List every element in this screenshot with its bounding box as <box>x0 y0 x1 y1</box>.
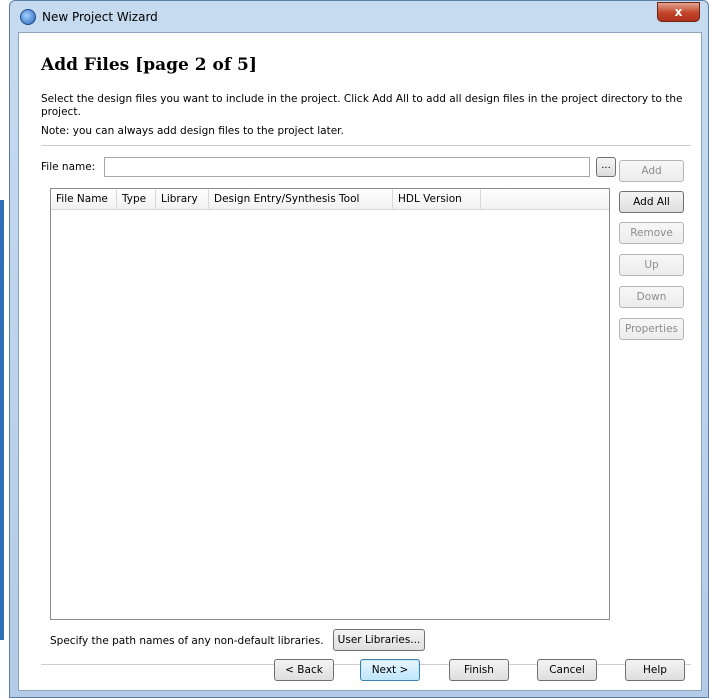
page-description: Select the design files you want to incl… <box>41 93 683 118</box>
column-header-filler <box>481 189 609 209</box>
close-button[interactable]: x <box>657 2 700 22</box>
wizard-content: Add Files [page 2 of 5] Select the desig… <box>18 32 702 691</box>
remove-button[interactable]: Remove <box>619 222 684 244</box>
file-name-label: File name: <box>41 161 96 173</box>
user-libraries-button[interactable]: User Libraries... <box>333 629 425 651</box>
column-header-design-entry-tool[interactable]: Design Entry/Synthesis Tool <box>209 189 393 209</box>
column-header-type[interactable]: Type <box>117 189 156 209</box>
down-button[interactable]: Down <box>619 286 684 308</box>
up-button[interactable]: Up <box>619 254 684 276</box>
top-divider <box>41 145 691 146</box>
libraries-hint: Specify the path names of any non-defaul… <box>50 635 324 647</box>
help-button[interactable]: Help <box>625 659 685 681</box>
add-button[interactable]: Add <box>619 160 684 182</box>
desktop-accent <box>0 200 4 640</box>
file-name-input[interactable] <box>104 157 590 177</box>
back-button[interactable]: < Back <box>274 659 334 681</box>
properties-button[interactable]: Properties <box>619 318 684 340</box>
column-header-library[interactable]: Library <box>156 189 209 209</box>
file-table[interactable]: File Name Type Library Design Entry/Synt… <box>50 188 610 620</box>
wizard-window: New Project Wizard x Add Files [page 2 o… <box>9 0 709 698</box>
app-globe-icon <box>20 9 36 25</box>
browse-button[interactable]: ... <box>596 157 616 177</box>
column-header-file-name[interactable]: File Name <box>51 189 117 209</box>
finish-button[interactable]: Finish <box>449 659 509 681</box>
add-all-button[interactable]: Add All <box>619 191 684 213</box>
page-title: Add Files [page 2 of 5] <box>41 55 257 75</box>
cancel-button[interactable]: Cancel <box>537 659 597 681</box>
window-title: New Project Wizard <box>42 10 158 24</box>
table-header: File Name Type Library Design Entry/Synt… <box>51 189 609 210</box>
column-header-hdl-version[interactable]: HDL Version <box>393 189 481 209</box>
next-button[interactable]: Next > <box>360 659 420 681</box>
title-bar[interactable]: New Project Wizard x <box>10 1 708 33</box>
page-note: Note: you can always add design files to… <box>41 125 344 137</box>
